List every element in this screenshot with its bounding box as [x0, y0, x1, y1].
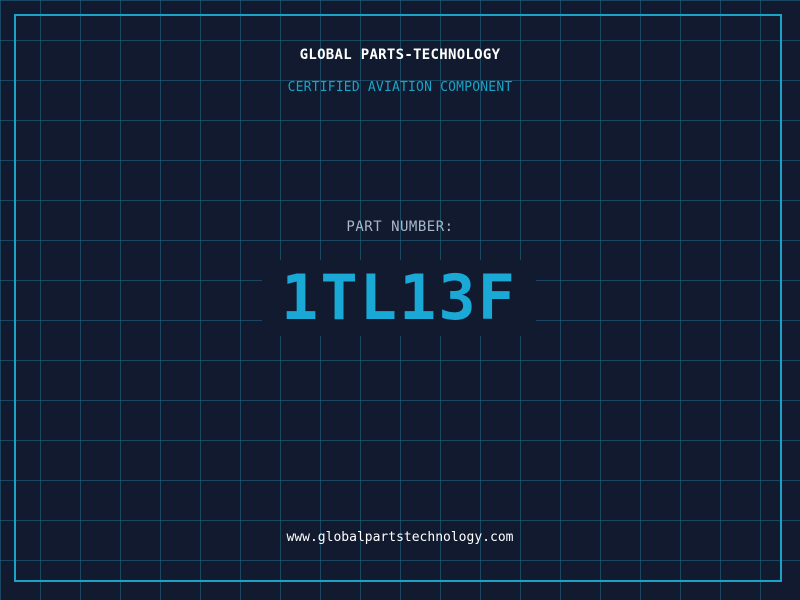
part-number-box: 1TL13F	[262, 260, 536, 336]
part-number-value: 1TL13F	[281, 261, 517, 334]
website-url: www.globalpartstechnology.com	[286, 530, 514, 545]
company-name: GLOBAL PARTS-TECHNOLOGY	[299, 47, 501, 63]
part-number-label: PART NUMBER:	[346, 219, 454, 235]
certification-subtitle: CERTIFIED AVIATION COMPONENT	[287, 80, 513, 95]
